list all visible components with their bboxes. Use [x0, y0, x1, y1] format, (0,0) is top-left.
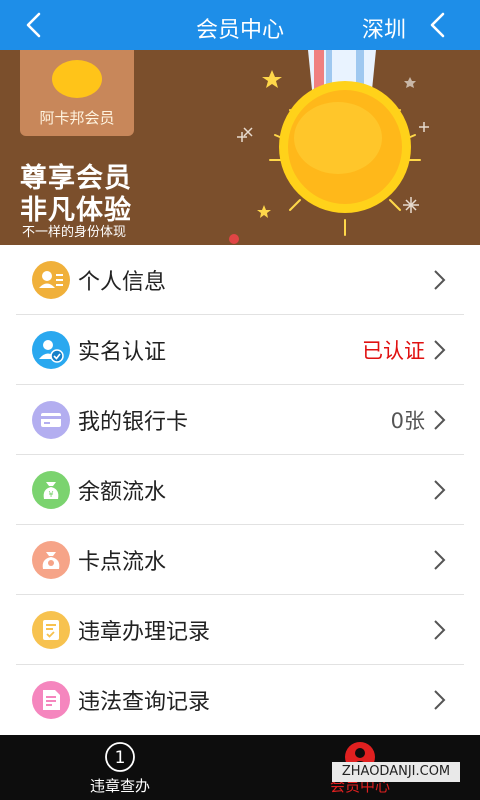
menu-item-bank-card[interactable]: 我的银行卡 0张 — [0, 385, 480, 455]
person-card-icon — [32, 261, 70, 299]
menu-item-real-name-verification[interactable]: 实名认证 已认证 — [0, 315, 480, 385]
member-banner[interactable]: 阿卡邦会员 尊享会员 非凡体验 不一样的身份体现 — [0, 50, 480, 245]
top-bar: 会员中心 深圳 — [0, 0, 480, 50]
svg-text:¥: ¥ — [48, 490, 53, 499]
member-menu-list: 个人信息 实名认证 已认证 我的银行卡 0张 ¥ 余额流水 卡点流水 违章办理记… — [0, 245, 480, 735]
city-chevron-icon[interactable] — [426, 12, 450, 38]
tab-label: 违章查办 — [89, 777, 150, 795]
banner-pager-dot[interactable] — [229, 234, 239, 244]
chevron-right-icon — [434, 690, 446, 710]
document-icon — [32, 681, 70, 719]
chevron-right-icon — [434, 550, 446, 570]
member-tag: 阿卡邦会员 — [20, 50, 134, 136]
menu-item-label: 违章办理记录 — [78, 620, 211, 645]
menu-item-personal-info[interactable]: 个人信息 — [0, 245, 480, 315]
chevron-right-icon — [434, 480, 446, 500]
menu-item-label: 个人信息 — [78, 270, 167, 295]
menu-item-balance-flow[interactable]: ¥ 余额流水 — [0, 455, 480, 525]
chevron-right-icon — [434, 270, 446, 290]
coin-icon — [52, 60, 102, 98]
money-bag-icon: ¥ — [32, 471, 70, 509]
city-selector[interactable]: 深圳 — [362, 12, 406, 44]
menu-item-label: 余额流水 — [78, 480, 167, 505]
chevron-right-icon — [434, 410, 446, 430]
chevron-right-icon — [434, 340, 446, 360]
menu-item-violation-handling-records[interactable]: 违章办理记录 — [0, 595, 480, 665]
member-tag-label: 阿卡邦会员 — [39, 109, 115, 127]
coin-bag-icon — [32, 541, 70, 579]
verification-status: 已认证 — [362, 339, 425, 363]
menu-item-label: 我的银行卡 — [78, 410, 189, 435]
chevron-right-icon — [434, 620, 446, 640]
checklist-icon — [32, 611, 70, 649]
tab-violation-query[interactable]: 1 违章查办 — [40, 735, 200, 800]
menu-item-label: 违法查询记录 — [78, 690, 211, 715]
banner-slogan-sub: 不一样的身份体现 — [22, 225, 127, 240]
menu-item-card-points-flow[interactable]: 卡点流水 — [0, 525, 480, 595]
menu-item-violation-query-records[interactable]: 违法查询记录 — [0, 665, 480, 735]
page-title: 会员中心 — [195, 18, 284, 43]
number-one-icon: 1 — [105, 742, 135, 772]
bank-card-count: 0张 — [390, 409, 425, 433]
bank-card-icon — [32, 401, 70, 439]
verified-user-icon — [32, 331, 70, 369]
gold-medal-icon — [237, 50, 429, 236]
menu-item-label: 卡点流水 — [78, 550, 167, 575]
svg-text:1: 1 — [115, 748, 126, 768]
watermark: ZHAODANJI.COM — [332, 762, 460, 782]
menu-item-label: 实名认证 — [78, 340, 167, 365]
